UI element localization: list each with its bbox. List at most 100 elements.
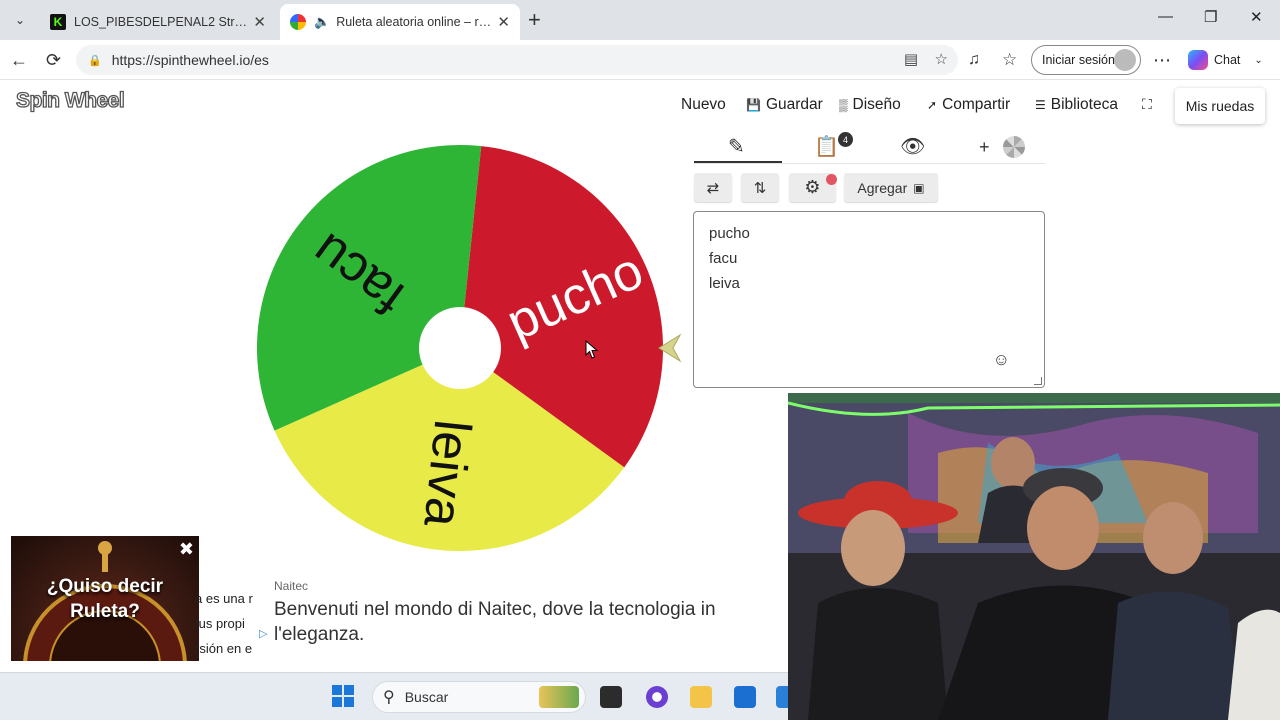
resize-grip-icon[interactable]: [1034, 377, 1042, 385]
close-ad-icon[interactable]: ✖: [179, 539, 194, 560]
ad-message-line: Benvenuti nel mondo di Naitec, dove la t…: [274, 599, 716, 620]
lock-icon: 🔒: [88, 54, 102, 67]
file-explorer-icon[interactable]: [690, 686, 712, 708]
chevron-down-icon: ⌄: [1254, 54, 1263, 66]
tab-list-chevron-icon[interactable]: ⌄: [8, 8, 32, 32]
wheel-label-leiva: leiva: [412, 417, 481, 530]
sort-icon: ⇅: [753, 179, 767, 197]
browser-tab-spinwheel[interactable]: 🔈 Ruleta aleatoria online – rulet ✕: [280, 4, 520, 40]
menu-label: Biblioteca: [1050, 96, 1118, 113]
add-image-button[interactable]: Agregar ▣: [844, 173, 938, 202]
edit-entries-tab-pencil-icon[interactable]: ✎: [728, 134, 745, 159]
gear-icon: ⚙: [804, 177, 821, 197]
share-icon: ➚: [927, 98, 938, 112]
chat-label: Chat: [1214, 53, 1241, 67]
url-text: https://spinthewheel.io/es: [111, 52, 269, 68]
favorites-icon[interactable]: ☆: [1002, 49, 1017, 71]
app-icon[interactable]: [646, 686, 668, 708]
entries-textarea[interactable]: pucho facu leiva ☺: [693, 211, 1045, 388]
copilot-icon: [1188, 50, 1208, 70]
menu-design[interactable]: ▒ Diseño: [839, 96, 901, 114]
entry-line: facu: [709, 250, 738, 267]
refresh-icon[interactable]: ⟳: [46, 49, 61, 71]
sign-in-button[interactable]: Iniciar sesión: [1031, 45, 1141, 75]
entry-line: leiva: [709, 275, 740, 292]
tab-title: LOS_PIBESDELPENAL2 Stream - W: [74, 15, 247, 29]
wheel-pointer-icon: [658, 333, 682, 363]
results-count-badge: 4: [838, 132, 853, 147]
browser-tab-strip: ⌄ K LOS_PIBESDELPENAL2 Stream - W ✕ 🔈 Ru…: [0, 0, 1280, 40]
hide-tab-eye-slash-icon[interactable]: 👁: [900, 134, 925, 159]
back-arrow-icon[interactable]: ←: [10, 49, 28, 71]
sort-button[interactable]: ⇅: [741, 173, 779, 202]
minimize-icon[interactable]: —: [1158, 8, 1173, 25]
emoji-smiley-icon[interactable]: ☺: [993, 347, 1010, 372]
menu-label: Compartir: [942, 96, 1011, 113]
layers-icon: ☰: [1035, 98, 1046, 112]
menu-new[interactable]: Nuevo: [681, 96, 726, 114]
site-logo[interactable]: Spin Wheel: [15, 88, 125, 113]
microsoft-store-icon[interactable]: [734, 686, 756, 708]
new-tab-plus-icon[interactable]: +: [528, 8, 541, 32]
wheel-center-hub[interactable]: [419, 307, 501, 389]
mouse-cursor-icon: [585, 340, 599, 359]
tab-title: Ruleta aleatoria online – rulet: [336, 15, 492, 29]
spin-wheel[interactable]: pucho leiva facu: [256, 144, 664, 552]
outlook-icon[interactable]: [776, 686, 788, 708]
menu-share[interactable]: ➚ Compartir: [927, 96, 1010, 114]
shuffle-button[interactable]: ⇄: [694, 173, 732, 202]
kick-favicon-icon: K: [50, 14, 66, 30]
fragment-line: rsión en e: [195, 641, 253, 656]
wheel-thumbnail-icon[interactable]: [1003, 136, 1025, 158]
restore-icon[interactable]: ❐: [1204, 8, 1217, 26]
close-tab-icon[interactable]: ✕: [253, 13, 266, 31]
add-wheel-plus-icon[interactable]: +: [979, 137, 990, 158]
search-highlight-icon: [539, 686, 579, 708]
article-text-fragment: a es una r tus propi rsión en e: [195, 586, 253, 661]
add-image-label: Agregar: [857, 179, 908, 196]
task-view-icon[interactable]: [600, 686, 622, 708]
results-tab-clipboard-icon[interactable]: 📋: [814, 134, 839, 159]
windows-start-icon[interactable]: [332, 685, 354, 707]
ad-advertiser: Naitec: [274, 579, 309, 593]
windows-taskbar: ⚲ Buscar: [0, 672, 788, 720]
naitec-ad-banner[interactable]: Naitec Benvenuti nel mondo di Naitec, do…: [256, 569, 788, 659]
profile-avatar-icon: [1114, 49, 1136, 71]
search-label: Buscar: [404, 689, 449, 705]
more-menu-icon[interactable]: ⋯: [1153, 49, 1171, 71]
browser-toolbar: ← ⟳ 🔒 https://spinthewheel.io/es ▤ ☆ ♫ ☆…: [0, 40, 1280, 80]
menu-label: Diseño: [852, 96, 901, 113]
speaker-icon[interactable]: 🔈: [314, 14, 330, 30]
taskbar-search[interactable]: ⚲ Buscar: [372, 681, 586, 713]
menu-label: Guardar: [765, 96, 823, 113]
wheel-graphic[interactable]: pucholeivafacu: [256, 144, 664, 552]
adchoices-icon[interactable]: ▷: [259, 627, 267, 640]
copilot-chat-button[interactable]: Chat ⌄: [1188, 50, 1263, 70]
fragment-line: tus propi: [195, 616, 245, 631]
save-icon: 💾: [746, 98, 761, 112]
notification-dot: [826, 174, 837, 185]
webcam-overlay: [788, 393, 1280, 720]
ad-message-line: l'eleganza.: [274, 624, 365, 645]
fullscreen-icon[interactable]: ⛶: [1142, 96, 1152, 113]
menu-save[interactable]: 💾 Guardar: [746, 96, 823, 114]
ad-message: Benvenuti nel mondo di Naitec, dove la t…: [274, 597, 794, 647]
image-icon: ▣: [913, 180, 925, 195]
browser-tab-stream[interactable]: K LOS_PIBESDELPENAL2 Stream - W ✕: [40, 4, 276, 40]
entry-line: pucho: [709, 225, 750, 242]
reader-view-icon[interactable]: ▤: [904, 50, 918, 68]
shuffle-icon: ⇄: [706, 179, 720, 197]
roulette-ad-thumbnail[interactable]: ¿Quiso decir Ruleta? ✖: [11, 536, 199, 661]
search-icon: ⚲: [383, 689, 395, 706]
ad-thumb-title: ¿Quiso decir Ruleta?: [46, 576, 164, 622]
close-window-icon[interactable]: ✕: [1250, 8, 1263, 26]
sign-in-label: Iniciar sesión: [1042, 53, 1115, 67]
fragment-line: a es una r: [195, 591, 253, 606]
close-tab-icon[interactable]: ✕: [497, 13, 510, 31]
menu-library[interactable]: ☰ Biblioteca: [1035, 96, 1118, 114]
address-bar[interactable]: 🔒 https://spinthewheel.io/es ▤ ☆: [76, 45, 958, 75]
favorite-star-icon[interactable]: ☆: [935, 50, 948, 68]
read-aloud-icon[interactable]: ♫: [968, 49, 980, 71]
my-wheels-button[interactable]: Mis ruedas: [1175, 88, 1265, 124]
wheel-favicon-icon: [290, 14, 306, 30]
